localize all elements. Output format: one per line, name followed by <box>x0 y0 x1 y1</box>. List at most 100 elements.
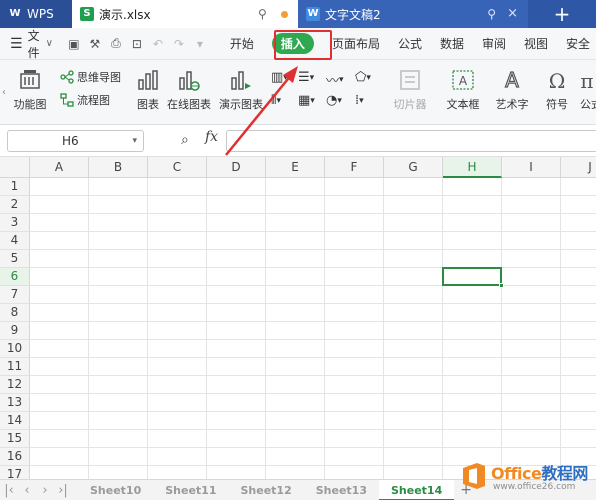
row-header-9[interactable]: 9 <box>0 322 30 340</box>
sheet-tab[interactable]: Sheet11 <box>153 484 228 497</box>
print-preview-icon[interactable]: ⊡ <box>130 37 144 51</box>
column-header-d[interactable]: D <box>207 157 266 178</box>
print-icon[interactable]: ⎙ <box>109 36 123 51</box>
tab-home[interactable]: 开始 <box>221 28 263 60</box>
grid-line <box>30 285 596 286</box>
dropdown-icon[interactable]: ▾ <box>193 37 207 51</box>
grid-line <box>30 213 596 214</box>
sheet-tab[interactable]: Sheet12 <box>229 484 304 497</box>
row-header-7[interactable]: 7 <box>0 286 30 304</box>
flowchart-button[interactable]: 流程图 <box>60 92 110 108</box>
grid-line <box>324 178 325 479</box>
row-header-16[interactable]: 16 <box>0 448 30 466</box>
file-menu[interactable]: ☰ 文件 ∨ <box>0 28 61 60</box>
column-header-e[interactable]: E <box>266 157 325 178</box>
grid-line <box>30 195 596 196</box>
row-header-11[interactable]: 11 <box>0 358 30 376</box>
online-chart-button[interactable]: 在线图表 <box>166 68 212 112</box>
column-header-i[interactable]: I <box>502 157 561 178</box>
fill-handle[interactable] <box>499 283 504 288</box>
formula-button[interactable]: π 公式 <box>576 68 596 112</box>
spreadsheet-icon: S <box>80 7 94 21</box>
close-icon[interactable]: × <box>507 6 518 21</box>
pie-chart-dropdown[interactable]: ◔ ▾ <box>326 93 342 108</box>
grid-line <box>88 178 89 479</box>
scroll-left-icon[interactable]: ‹ <box>0 60 8 124</box>
function-chart-button[interactable]: 功能图 <box>8 68 52 112</box>
selected-cell[interactable] <box>442 267 504 288</box>
row-header-8[interactable]: 8 <box>0 304 30 322</box>
column-header-f[interactable]: F <box>325 157 384 178</box>
row-header-6[interactable]: 6 <box>0 268 30 286</box>
tab-review[interactable]: 审阅 <box>473 28 515 60</box>
grid-line <box>442 178 443 479</box>
bar-chart-dropdown[interactable]: ☰ ▾ <box>298 70 314 85</box>
textbox-button[interactable]: A 文本框 <box>441 68 485 112</box>
function-chart-icon <box>20 70 40 89</box>
column-header-j[interactable]: J <box>561 157 596 178</box>
redo-icon[interactable]: ↷ <box>172 37 186 51</box>
combo-chart-dropdown[interactable]: ▦ ▾ <box>298 93 315 108</box>
chevron-down-icon: ▾ <box>339 74 344 85</box>
column-header-a[interactable]: A <box>30 157 89 178</box>
row-header-14[interactable]: 14 <box>0 412 30 430</box>
row-header-5[interactable]: 5 <box>0 250 30 268</box>
tab-security[interactable]: 安全 <box>557 28 596 60</box>
scatter-chart-dropdown[interactable]: ⁞ ▾ <box>355 93 364 108</box>
mindmap-button[interactable]: 思维导图 <box>60 69 121 85</box>
symbol-button[interactable]: Ω 符号 <box>540 68 574 112</box>
formula-input[interactable] <box>226 130 596 152</box>
grid-line <box>30 249 596 250</box>
combo-chart-icon: ▦ <box>298 93 311 108</box>
save-icon[interactable]: ▣ <box>67 37 81 51</box>
next-sheet-icon[interactable]: › <box>36 483 54 498</box>
pin-icon[interactable]: ⚲ <box>487 7 496 21</box>
chart-button[interactable]: 图表 <box>133 68 163 112</box>
insert-function-icon[interactable]: fx <box>205 129 218 145</box>
row-header-3[interactable]: 3 <box>0 214 30 232</box>
row-header-1[interactable]: 1 <box>0 178 30 196</box>
tab-spreadsheet[interactable]: S 演示.xlsx ⚲ <box>72 0 298 28</box>
select-all-corner[interactable] <box>0 157 30 178</box>
demo-chart-button[interactable]: 演示图表 <box>217 68 265 112</box>
row-header-13[interactable]: 13 <box>0 394 30 412</box>
first-sheet-icon[interactable]: |‹ <box>0 483 18 498</box>
spreadsheet-grid[interactable]: ABCDEFGHIJ123456789101112131415161718 <box>0 157 596 479</box>
column-header-g[interactable]: G <box>384 157 443 178</box>
name-box[interactable]: H6 ▾ <box>7 130 144 152</box>
stock-chart-dropdown[interactable]: ⫴ ▾ <box>271 93 281 108</box>
row-header-2[interactable]: 2 <box>0 196 30 214</box>
row-header-15[interactable]: 15 <box>0 430 30 448</box>
slicer-button[interactable]: 切片器 <box>392 68 428 112</box>
tab-document[interactable]: W 文字文稿2 ⚲ × <box>298 0 528 28</box>
line-chart-dropdown[interactable]: 〰 ▾ <box>326 70 344 89</box>
tab-data[interactable]: 数据 <box>431 28 473 60</box>
column-header-c[interactable]: C <box>148 157 207 178</box>
row-header-4[interactable]: 4 <box>0 232 30 250</box>
grid-line <box>206 178 207 479</box>
tab-wps-home[interactable]: W WPS <box>0 0 72 28</box>
new-tab-button[interactable]: + <box>528 0 596 28</box>
radar-chart-dropdown[interactable]: ⬠ ▾ <box>355 70 371 85</box>
watermark: Office教程网 www.office26.com <box>455 458 596 500</box>
pin-icon[interactable]: ⚲ <box>258 7 268 21</box>
tab-formulas[interactable]: 公式 <box>389 28 431 60</box>
column-header-h[interactable]: H <box>443 157 502 178</box>
undo-icon[interactable]: ↶ <box>151 37 165 51</box>
wordart-button[interactable]: A 艺术字 <box>490 68 534 112</box>
column-header-b[interactable]: B <box>89 157 148 178</box>
prev-sheet-icon[interactable]: ‹ <box>18 483 36 498</box>
format-painter-icon[interactable]: ⚒ <box>88 37 102 51</box>
sheet-tab[interactable]: Sheet13 <box>304 484 379 497</box>
column-chart-dropdown[interactable]: ▥ ▾ <box>271 70 288 85</box>
tab-page-layout[interactable]: 页面布局 <box>323 28 389 60</box>
zoom-search-icon[interactable]: ⌕ <box>181 132 189 148</box>
sheet-tab[interactable]: Sheet10 <box>78 484 153 497</box>
row-header-12[interactable]: 12 <box>0 376 30 394</box>
row-header-10[interactable]: 10 <box>0 340 30 358</box>
sheet-tab-active[interactable]: Sheet14 <box>379 479 455 500</box>
grid-line <box>30 411 596 412</box>
tab-view[interactable]: 视图 <box>515 28 557 60</box>
row-header-17[interactable]: 17 <box>0 466 30 479</box>
last-sheet-icon[interactable]: ›| <box>54 483 72 498</box>
